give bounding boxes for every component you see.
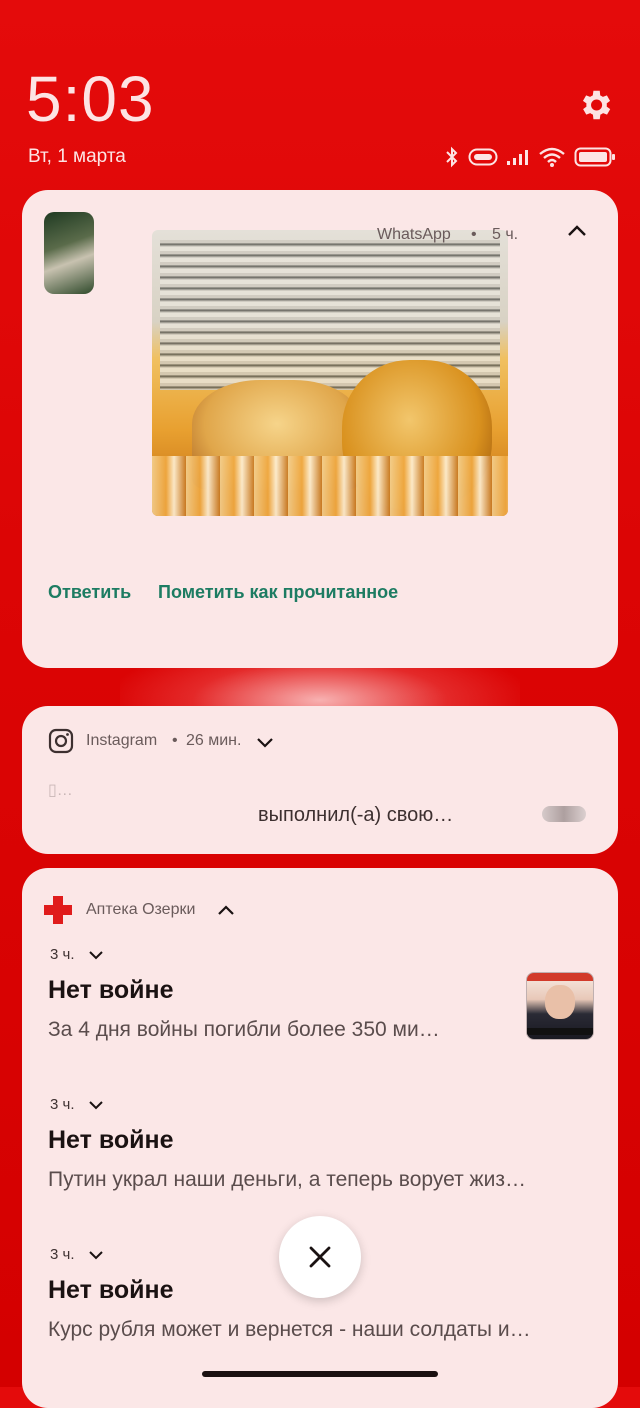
- item-body: Курс рубля может и вернется - наши солда…: [48, 1318, 531, 1341]
- item-age: 3 ч.: [50, 946, 75, 963]
- clear-all-button[interactable]: [279, 1216, 361, 1298]
- reply-button[interactable]: Ответить: [48, 582, 131, 603]
- chevron-down-icon[interactable]: [88, 950, 104, 961]
- instagram-thumbnail: [542, 806, 586, 822]
- meta-dot: •: [172, 732, 178, 749]
- item-body: Путин украл наши деньги, а теперь ворует…: [48, 1168, 526, 1191]
- signal-icon: [507, 150, 528, 165]
- battery-icon: [574, 147, 615, 167]
- status-bar: [440, 142, 620, 172]
- image-flowers: [152, 456, 508, 516]
- item-thumbnail: [526, 972, 594, 1040]
- item-title: Нет войне: [48, 1276, 174, 1304]
- chevron-down-icon[interactable]: [88, 1100, 104, 1111]
- chevron-down-icon[interactable]: [256, 736, 274, 748]
- item-age: 3 ч.: [50, 1096, 75, 1113]
- blurred-sender: ▯…: [48, 782, 73, 799]
- instagram-message: выполнил(-а) свою…: [258, 804, 454, 826]
- whatsapp-notification[interactable]: WhatsApp • 5 ч. Ответить Пометить как пр…: [22, 190, 618, 668]
- item-title: Нет войне: [48, 1126, 174, 1154]
- clock: 5:03: [26, 63, 155, 135]
- mark-read-button[interactable]: Пометить как прочитанное: [158, 582, 398, 603]
- home-indicator[interactable]: [202, 1371, 438, 1377]
- bluetooth-icon: [446, 146, 458, 168]
- contact-avatar: [44, 212, 94, 294]
- instagram-icon: [48, 728, 74, 754]
- close-icon: [309, 1246, 331, 1268]
- date: Вт, 1 марта: [28, 146, 126, 167]
- item-body: За 4 дня войны погибли более 350 ми…: [48, 1018, 440, 1041]
- chevron-up-icon[interactable]: [566, 224, 588, 238]
- instagram-age: 26 мин.: [186, 732, 242, 749]
- instagram-app-name: Instagram: [86, 732, 158, 749]
- pharmacy-cross-icon: [44, 896, 72, 924]
- item-age: 3 ч.: [50, 1246, 75, 1263]
- instagram-notification[interactable]: Instagram • 26 мин. ▯… выполнил(-а) свою…: [22, 706, 618, 854]
- apteka-app-name: Аптека Озерки: [86, 901, 196, 918]
- item-title: Нет войне: [48, 976, 174, 1004]
- gear-icon[interactable]: [576, 86, 614, 124]
- battery-saver-icon: [468, 148, 498, 166]
- whatsapp-app-name: WhatsApp: [377, 226, 451, 243]
- message-image[interactable]: [152, 230, 508, 516]
- whatsapp-age: 5 ч.: [492, 226, 519, 243]
- apteka-notification-group[interactable]: Аптека Озерки 3 ч. Нет войне За 4 дня во…: [22, 868, 618, 1408]
- meta-dot: •: [471, 226, 477, 243]
- chevron-up-icon[interactable]: [217, 904, 235, 916]
- wifi-icon: [539, 147, 565, 167]
- chevron-down-icon[interactable]: [88, 1250, 104, 1261]
